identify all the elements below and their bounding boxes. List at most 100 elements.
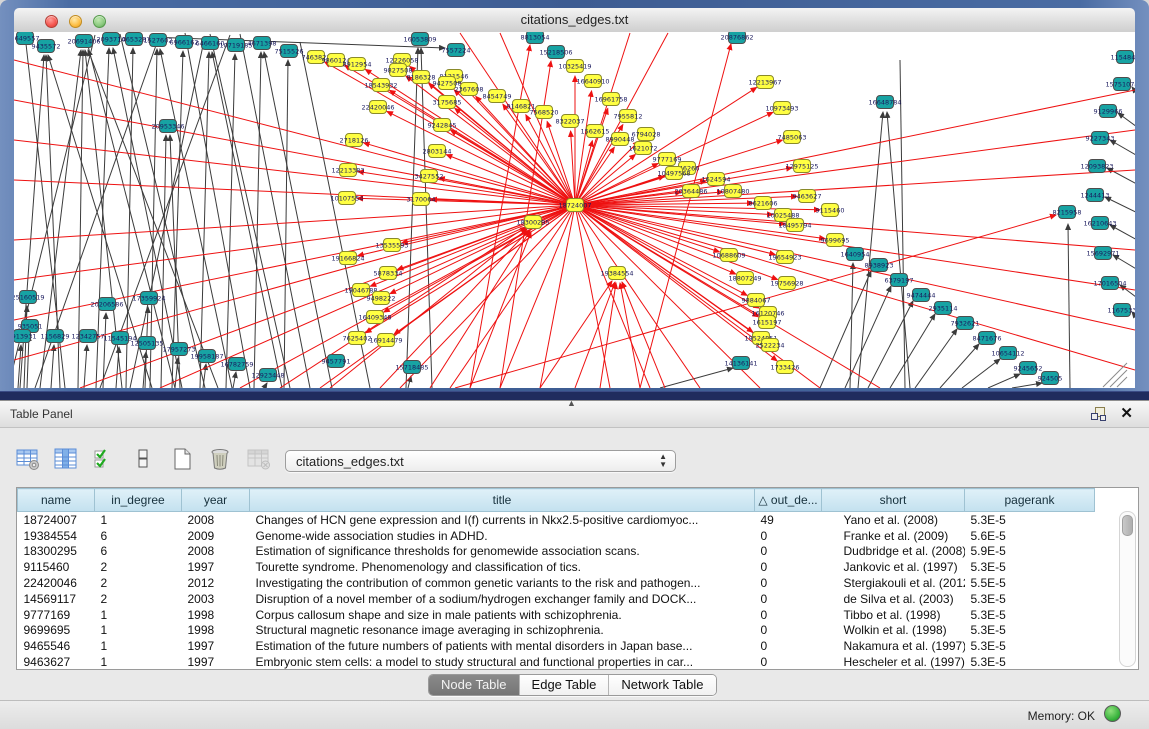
graph-node-1167533[interactable]: 1167533	[1108, 304, 1135, 317]
graph-node-1624594[interactable]: 1624594	[702, 173, 731, 186]
table-cell[interactable]: Tibbo et al. (1998)	[822, 607, 965, 623]
table-cell[interactable]: Changes of HCN gene expression and I(f) …	[250, 512, 755, 528]
graph-node-20876862[interactable]: 20876862	[720, 32, 753, 44]
graph-node-9463627[interactable]: 9463627	[793, 190, 822, 203]
table-cell[interactable]: Stergiakouli et al. (2012)	[822, 575, 965, 591]
table-cell[interactable]: 6	[95, 544, 182, 560]
table-cell[interactable]: Hescheler et al. (1997)	[822, 654, 965, 670]
table-cell[interactable]: 5.3E-5	[965, 654, 1095, 670]
graph-node-10325419[interactable]: 10325419	[558, 60, 591, 73]
new-table-icon[interactable]	[168, 445, 196, 473]
graph-node-19166824[interactable]: 19166824	[331, 252, 364, 265]
table-cell[interactable]: 5.6E-5	[965, 528, 1095, 544]
table-cell[interactable]: 2008	[182, 512, 250, 528]
column-header-title[interactable]: title	[250, 489, 755, 512]
graph-node-8912954[interactable]: 8912954	[343, 58, 372, 71]
graph-node-924505[interactable]: 924505	[1038, 372, 1063, 385]
table-cell[interactable]: 2	[95, 575, 182, 591]
graph-node-19756928[interactable]: 19756928	[770, 277, 803, 290]
graph-node-1733426[interactable]: 1733426	[771, 361, 800, 374]
table-cell[interactable]: Genome-wide association studies in ADHD.	[250, 528, 755, 544]
graph-node-15718485[interactable]: 15718485	[395, 361, 428, 374]
graph-node-19654923[interactable]: 19654923	[768, 251, 801, 264]
graph-node-12213383[interactable]: 12213383	[331, 164, 364, 177]
table-column-icon[interactable]	[52, 445, 80, 473]
rows-icon[interactable]	[129, 445, 157, 473]
table-selector-dropdown[interactable]: citations_edges.txt ▲▼	[285, 450, 676, 472]
graph-node-1640954[interactable]: 1640954	[841, 248, 870, 261]
graph-node-12975125[interactable]: 12975125	[785, 160, 818, 173]
graph-node-12213967[interactable]: 12213967	[748, 76, 781, 89]
graph-node-3170064[interactable]: 3170064	[407, 193, 436, 206]
column-header-in_degree[interactable]: in_degree	[95, 489, 182, 512]
table-cell[interactable]: 2	[95, 591, 182, 607]
graph-node-8186328[interactable]: 8186328	[407, 71, 436, 84]
graph-node-9227343[interactable]: 9227343	[1086, 132, 1115, 145]
graph-node-1154840[interactable]: 1154840	[1111, 51, 1135, 64]
float-window-icon[interactable]	[1091, 407, 1105, 421]
graph-node-16648784[interactable]: 16648784	[868, 96, 901, 109]
table-row[interactable]: 1872400712008Changes of HCN gene express…	[18, 512, 1121, 528]
table-cell[interactable]: Tourette syndrome. Phenomenology and cla…	[250, 559, 755, 575]
graph-node-16210643[interactable]: 16210643	[1083, 217, 1116, 230]
graph-node-15218506[interactable]: 15218506	[539, 46, 572, 59]
table-cell[interactable]: Nakamura et al. (1997)	[822, 638, 965, 654]
table-cell[interactable]: Wolkin et al. (1998)	[822, 623, 965, 639]
tab-network-table[interactable]: Network Table	[609, 675, 715, 695]
graph-node-6794028[interactable]: 6794028	[632, 128, 661, 141]
column-header-out_de[interactable]: △ out_de...	[755, 489, 822, 512]
graph-node-8621606[interactable]: 8621606	[749, 197, 778, 210]
column-header-year[interactable]: year	[182, 489, 250, 512]
table-cell[interactable]: 5.5E-5	[965, 575, 1095, 591]
table-cell[interactable]: 5.3E-5	[965, 559, 1095, 575]
node-table-grid[interactable]: namein_degreeyeartitle△ out_de...shortpa…	[17, 488, 1121, 670]
table-cell[interactable]: 1	[95, 654, 182, 670]
table-cell[interactable]: 0	[755, 575, 822, 591]
table-cell[interactable]: 18724007	[18, 512, 95, 528]
table-cell[interactable]: 0	[755, 528, 822, 544]
graph-node-10107554[interactable]: 10107554	[330, 192, 363, 205]
tab-node-table[interactable]: Node Table	[429, 675, 520, 695]
column-header-pagerank[interactable]: pagerank	[965, 489, 1095, 512]
graph-node-2367608[interactable]: 2367608	[455, 83, 484, 96]
table-scrollbar[interactable]	[1119, 511, 1136, 667]
graph-node-8215958[interactable]: 8215958	[1053, 206, 1082, 219]
graph-node-15692971[interactable]: 15692971	[1086, 247, 1119, 260]
table-cell[interactable]: 5.3E-5	[965, 623, 1095, 639]
memory-status-indicator[interactable]	[1104, 705, 1121, 722]
graph-node-9498222[interactable]: 9498222	[367, 292, 396, 305]
table-cell[interactable]: 18300295	[18, 544, 95, 560]
table-cell[interactable]: 5.9E-5	[965, 544, 1095, 560]
table-cell[interactable]: 5.3E-5	[965, 607, 1095, 623]
graph-node-9435572[interactable]: 9435572	[32, 40, 61, 53]
table-cell[interactable]: 9777169	[18, 607, 95, 623]
table-cell[interactable]: Embryonic stem cells: a model to study s…	[250, 654, 755, 670]
graph-node-20206586[interactable]: 20206586	[90, 298, 123, 311]
graph-node-8813054[interactable]: 8813054	[521, 32, 550, 44]
table-cell[interactable]: 1	[95, 623, 182, 639]
table-cell[interactable]: 19384554	[18, 528, 95, 544]
table-row[interactable]: 977716911998Corpus callosum shape and si…	[18, 607, 1121, 623]
table-cell[interactable]: Dudbridge et al. (2008)	[822, 544, 965, 560]
graph-node-7557224[interactable]: 7557224	[442, 44, 471, 57]
table-cell[interactable]: 9463627	[18, 654, 95, 670]
table-cell[interactable]: 2003	[182, 591, 250, 607]
table-cell[interactable]: 9115460	[18, 559, 95, 575]
table-cell[interactable]: Yano et al. (2008)	[822, 512, 965, 528]
tab-edge-table[interactable]: Edge Table	[520, 675, 610, 695]
table-cell[interactable]: Estimation of significance thresholds fo…	[250, 544, 755, 560]
table-cell[interactable]: 22420046	[18, 575, 95, 591]
table-cell[interactable]: 0	[755, 559, 822, 575]
graph-node-2935114[interactable]: 2935114	[929, 302, 958, 315]
table-cell[interactable]: 5.3E-5	[965, 638, 1095, 654]
graph-node-18807249[interactable]: 18807249	[728, 272, 761, 285]
graph-node-1244413[interactable]: 1244413	[1081, 189, 1110, 202]
table-row[interactable]: 946362711997Embryonic stem cells: a mode…	[18, 654, 1121, 670]
table-cell[interactable]: 1997	[182, 638, 250, 654]
graph-node-8454749[interactable]: 8454749	[483, 90, 512, 103]
graph-node-12093823[interactable]: 12093823	[1080, 160, 1113, 173]
table-cell[interactable]: Estimation of the future numbers of pati…	[250, 638, 755, 654]
select-columns-icon[interactable]	[91, 445, 119, 473]
table-cell[interactable]: 1998	[182, 623, 250, 639]
table-cell[interactable]: 0	[755, 638, 822, 654]
